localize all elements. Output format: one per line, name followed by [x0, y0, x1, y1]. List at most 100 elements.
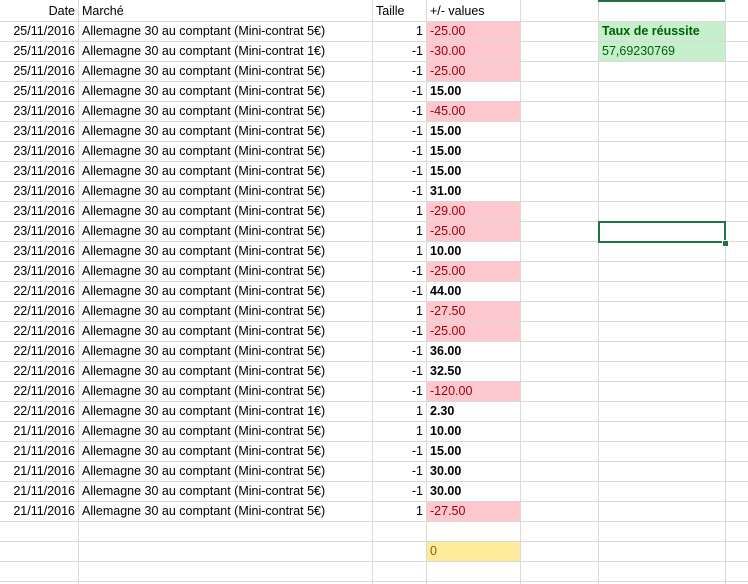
cell-market[interactable]: Allemagne 30 au comptant (Mini-contrat 5…: [79, 82, 372, 101]
cell-size[interactable]: 1: [373, 242, 426, 261]
cell-market[interactable]: Allemagne 30 au comptant (Mini-contrat 5…: [79, 322, 372, 341]
cell-date[interactable]: 23/11/2016: [1, 162, 78, 181]
cell-size[interactable]: -1: [373, 142, 426, 161]
cell-value[interactable]: -25.00: [427, 222, 520, 241]
spreadsheet-grid[interactable]: Date Marché Taille +/- values 25/11/2016 Alle…: [0, 0, 748, 584]
cell-market[interactable]: Allemagne 30 au comptant (Mini-contrat 5…: [79, 382, 372, 401]
cell-size[interactable]: -1: [373, 462, 426, 481]
cell-size[interactable]: -1: [373, 342, 426, 361]
cell-value[interactable]: 15.00: [427, 442, 520, 461]
cell-market[interactable]: Allemagne 30 au comptant (Mini-contrat 5…: [79, 22, 372, 41]
cell-value[interactable]: -25.00: [427, 322, 520, 341]
cell-date[interactable]: 23/11/2016: [1, 142, 78, 161]
cell-value[interactable]: 15.00: [427, 122, 520, 141]
cell-value[interactable]: -29.00: [427, 202, 520, 221]
success-label[interactable]: Taux de réussite: [599, 22, 725, 41]
cell-market[interactable]: Allemagne 30 au comptant (Mini-contrat 5…: [79, 242, 372, 261]
cell-value[interactable]: -25.00: [427, 22, 520, 41]
cell-value[interactable]: 10.00: [427, 242, 520, 261]
header-size[interactable]: Taille: [373, 2, 426, 21]
cell-date[interactable]: 25/11/2016: [1, 62, 78, 81]
header-values[interactable]: +/- values: [427, 2, 520, 21]
cell-value[interactable]: 2.30: [427, 402, 520, 421]
cell-date[interactable]: 23/11/2016: [1, 182, 78, 201]
cell-value[interactable]: -45.00: [427, 102, 520, 121]
total-cell[interactable]: 0: [427, 542, 520, 561]
cell-market[interactable]: Allemagne 30 au comptant (Mini-contrat 5…: [79, 182, 372, 201]
cell-market[interactable]: Allemagne 30 au comptant (Mini-contrat 5…: [79, 362, 372, 381]
cell-size[interactable]: -1: [373, 82, 426, 101]
cell-size[interactable]: -1: [373, 322, 426, 341]
cell-date[interactable]: 21/11/2016: [1, 442, 78, 461]
cell-size[interactable]: 1: [373, 422, 426, 441]
cell-value[interactable]: 15.00: [427, 142, 520, 161]
cell-date[interactable]: 23/11/2016: [1, 102, 78, 121]
cell-market[interactable]: Allemagne 30 au comptant (Mini-contrat 5…: [79, 162, 372, 181]
cell-market[interactable]: Allemagne 30 au comptant (Mini-contrat 5…: [79, 422, 372, 441]
cell-size[interactable]: -1: [373, 62, 426, 81]
cell-market[interactable]: Allemagne 30 au comptant (Mini-contrat 5…: [79, 482, 372, 501]
cell-value[interactable]: 36.00: [427, 342, 520, 361]
cell-value[interactable]: -25.00: [427, 262, 520, 281]
fill-handle[interactable]: [722, 240, 729, 247]
cell-market[interactable]: Allemagne 30 au comptant (Mini-contrat 5…: [79, 282, 372, 301]
cell-market[interactable]: Allemagne 30 au comptant (Mini-contrat 5…: [79, 102, 372, 121]
cell-date[interactable]: 21/11/2016: [1, 422, 78, 441]
cell-market[interactable]: Allemagne 30 au comptant (Mini-contrat 5…: [79, 502, 372, 521]
cell-size[interactable]: 1: [373, 22, 426, 41]
cell-value[interactable]: -120.00: [427, 382, 520, 401]
cell-date[interactable]: 23/11/2016: [1, 202, 78, 221]
cell-value[interactable]: 32.50: [427, 362, 520, 381]
cell-value[interactable]: 15.00: [427, 162, 520, 181]
cell-value[interactable]: -25.00: [427, 62, 520, 81]
cell-date[interactable]: 23/11/2016: [1, 222, 78, 241]
cell-market[interactable]: Allemagne 30 au comptant (Mini-contrat 1…: [79, 402, 372, 421]
cell-date[interactable]: 21/11/2016: [1, 482, 78, 501]
cell-size[interactable]: -1: [373, 162, 426, 181]
cell-size[interactable]: -1: [373, 482, 426, 501]
header-date[interactable]: Date: [1, 2, 78, 21]
cell-size[interactable]: -1: [373, 42, 426, 61]
cell-size[interactable]: -1: [373, 282, 426, 301]
cell-size[interactable]: 1: [373, 502, 426, 521]
header-market[interactable]: Marché: [79, 2, 372, 21]
cell-value[interactable]: 30.00: [427, 462, 520, 481]
cell-market[interactable]: Allemagne 30 au comptant (Mini-contrat 5…: [79, 262, 372, 281]
cell-size[interactable]: 1: [373, 202, 426, 221]
cell-market[interactable]: Allemagne 30 au comptant (Mini-contrat 5…: [79, 62, 372, 81]
cell-market[interactable]: Allemagne 30 au comptant (Mini-contrat 5…: [79, 462, 372, 481]
success-value[interactable]: 57,69230769: [599, 42, 725, 61]
cell-size[interactable]: -1: [373, 262, 426, 281]
cell-market[interactable]: Allemagne 30 au comptant (Mini-contrat 5…: [79, 122, 372, 141]
cell-size[interactable]: -1: [373, 382, 426, 401]
cell-date[interactable]: 23/11/2016: [1, 262, 78, 281]
cell-value[interactable]: 44.00: [427, 282, 520, 301]
cell-market[interactable]: Allemagne 30 au comptant (Mini-contrat 5…: [79, 442, 372, 461]
cell-date[interactable]: 25/11/2016: [1, 82, 78, 101]
cell-date[interactable]: 22/11/2016: [1, 302, 78, 321]
cell-market[interactable]: Allemagne 30 au comptant (Mini-contrat 5…: [79, 222, 372, 241]
cell-value[interactable]: 10.00: [427, 422, 520, 441]
cell-date[interactable]: 21/11/2016: [1, 502, 78, 521]
cell-size[interactable]: 1: [373, 402, 426, 421]
cell-value[interactable]: -27.50: [427, 502, 520, 521]
cell-date[interactable]: 22/11/2016: [1, 362, 78, 381]
cell-size[interactable]: 1: [373, 302, 426, 321]
cell-market[interactable]: Allemagne 30 au comptant (Mini-contrat 5…: [79, 302, 372, 321]
cell-value[interactable]: -30.00: [427, 42, 520, 61]
cell-value[interactable]: 15.00: [427, 82, 520, 101]
cell-value[interactable]: -27.50: [427, 302, 520, 321]
cell-size[interactable]: -1: [373, 362, 426, 381]
cell-date[interactable]: 21/11/2016: [1, 462, 78, 481]
cell-date[interactable]: 25/11/2016: [1, 22, 78, 41]
cell-date[interactable]: 22/11/2016: [1, 402, 78, 421]
cell-date[interactable]: 22/11/2016: [1, 282, 78, 301]
cell-date[interactable]: 23/11/2016: [1, 242, 78, 261]
cell-size[interactable]: -1: [373, 442, 426, 461]
cell-value[interactable]: 30.00: [427, 482, 520, 501]
cell-date[interactable]: 23/11/2016: [1, 122, 78, 141]
cell-date[interactable]: 22/11/2016: [1, 322, 78, 341]
cell-market[interactable]: Allemagne 30 au comptant (Mini-contrat 5…: [79, 342, 372, 361]
selected-cell[interactable]: [598, 221, 726, 243]
cell-size[interactable]: -1: [373, 182, 426, 201]
